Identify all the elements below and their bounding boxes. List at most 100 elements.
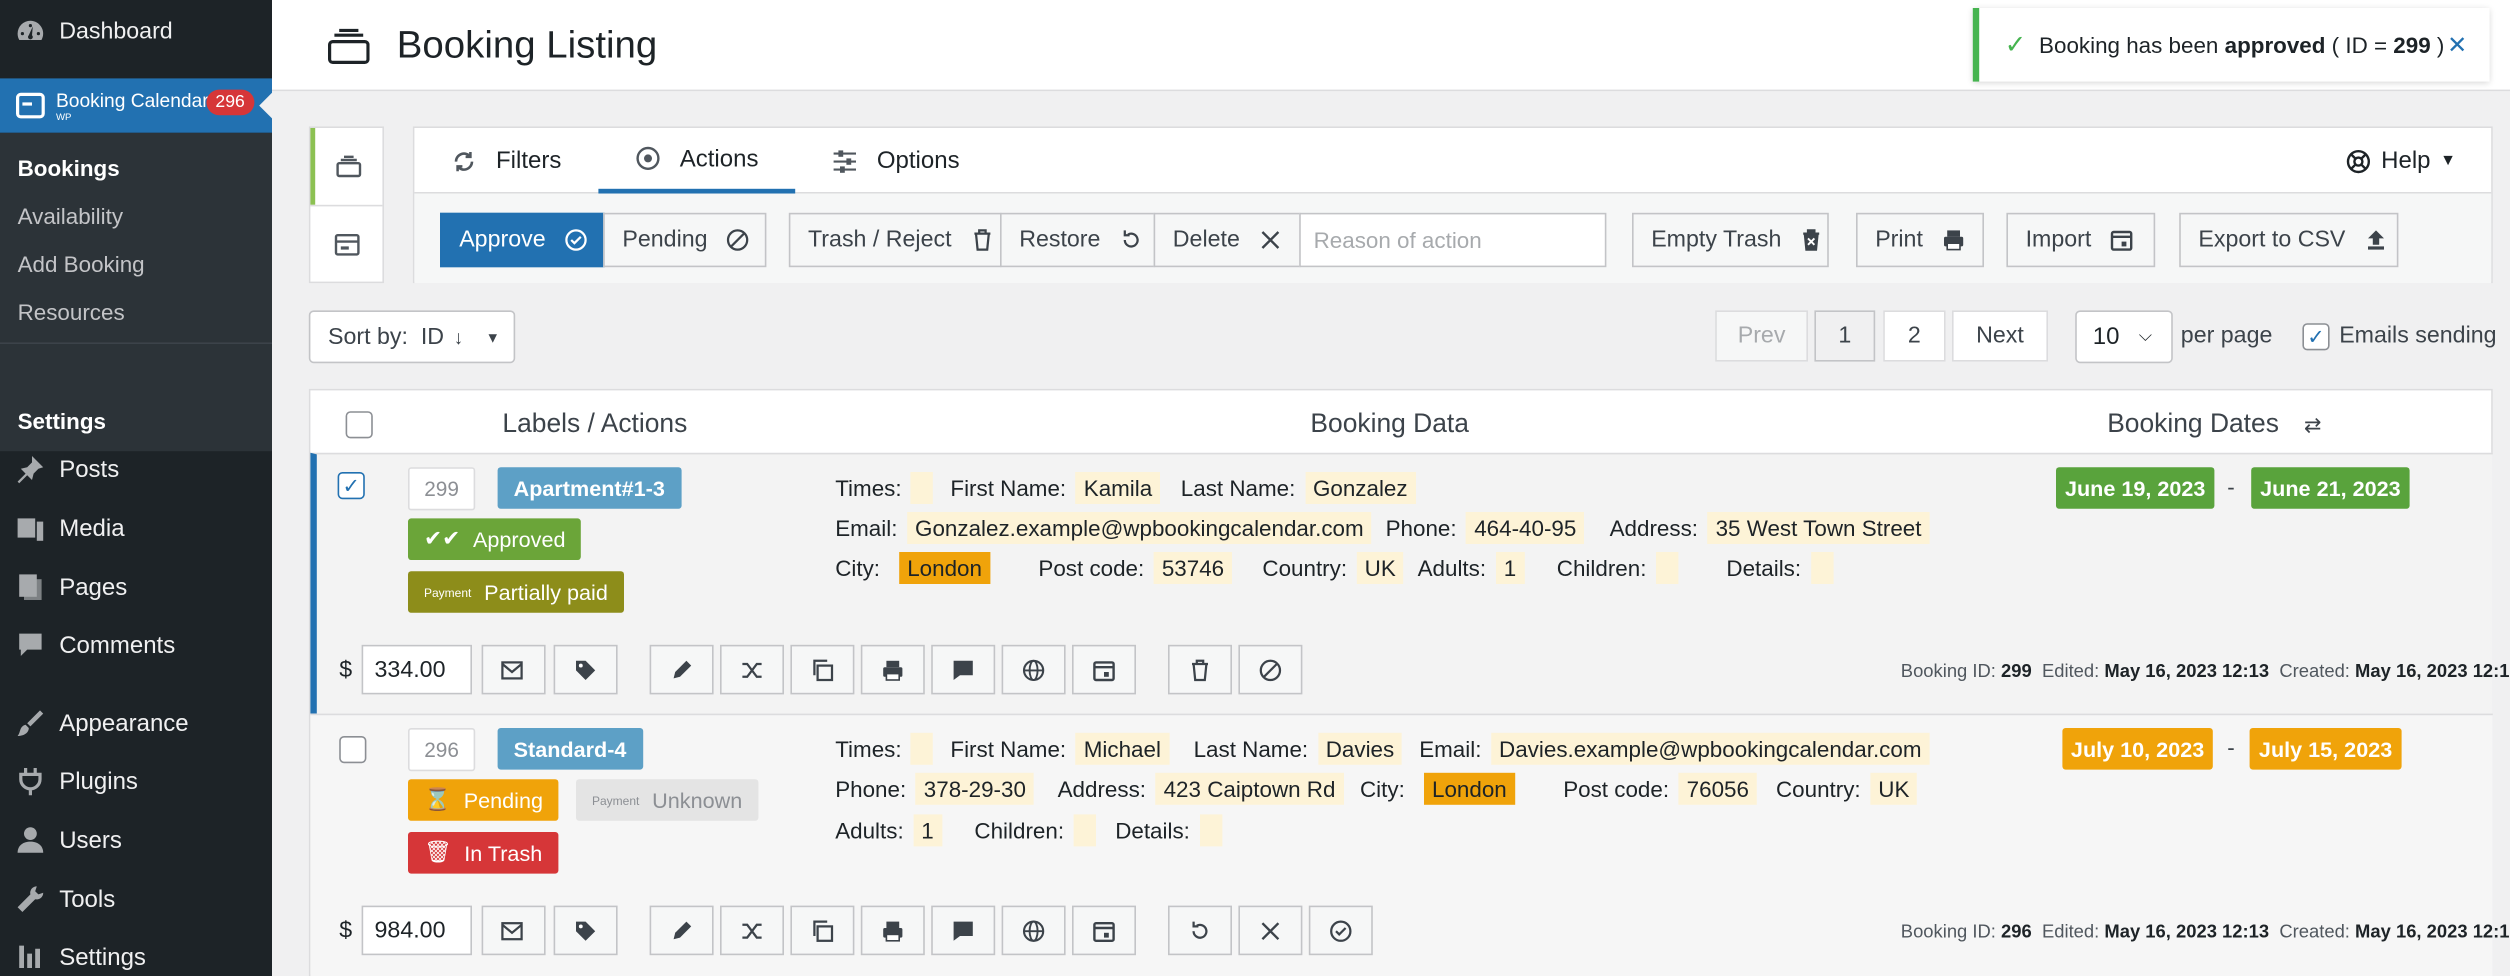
approve-button[interactable]: Approve — [440, 212, 605, 268]
payment-status: Unknown — [652, 788, 743, 812]
check-circle-icon — [1330, 919, 1352, 942]
col-dates-header[interactable]: Booking Dates — [2107, 410, 2279, 440]
locale-button[interactable] — [1001, 905, 1066, 956]
field-last-name: Last Name: Gonzalez — [1181, 472, 1416, 504]
date-to-badge: June 21, 2023 — [2251, 467, 2410, 509]
menu-comments[interactable]: Comments — [0, 616, 272, 674]
cost-field: $334.00 — [339, 644, 473, 695]
page-2-button[interactable]: 2 — [1883, 310, 1946, 362]
meta-create-key: Created: — [2279, 923, 2350, 943]
cost-input[interactable]: 334.00 — [361, 644, 473, 695]
trash-reject-button[interactable]: Trash / Reject — [788, 212, 1002, 268]
tab-options[interactable]: Options — [795, 128, 996, 194]
trash-icon — [971, 229, 993, 251]
page-title: Booking Listing — [396, 24, 658, 68]
swap-icon[interactable]: ⇄ — [2304, 413, 2321, 439]
meta-edit-key: Edited: — [2041, 923, 2100, 943]
tab-filters[interactable]: Filters — [414, 128, 598, 194]
menu-tools[interactable]: Tools — [0, 870, 272, 928]
menu-pages[interactable]: Pages — [0, 558, 272, 616]
empty-trash-button[interactable]: Empty Trash — [1632, 212, 1829, 268]
cost-input[interactable]: 984.00 — [361, 905, 473, 956]
fn-key: First Name: — [950, 475, 1067, 501]
trash-icon: 🗑 — [424, 840, 452, 864]
set-pending-button[interactable] — [1238, 644, 1303, 695]
page-1-button[interactable]: 1 — [1814, 310, 1876, 362]
menu-media-label: Media — [59, 514, 125, 542]
row-checkbox[interactable] — [339, 736, 367, 764]
payment-small: Payment — [424, 584, 472, 600]
close-icon[interactable]: ✕ — [2447, 30, 2467, 59]
menu-posts[interactable]: Posts — [0, 440, 272, 498]
meta-edit: May 16, 2023 12:13 — [2104, 662, 2270, 682]
emails-checkbox[interactable]: ✓ — [2302, 323, 2330, 351]
menu-media[interactable]: Media — [0, 499, 272, 557]
delete-button[interactable]: Delete — [1153, 212, 1301, 268]
duplicate-button[interactable] — [790, 644, 855, 695]
menu-plugins[interactable]: Plugins — [0, 752, 272, 810]
menu-booking-calendar[interactable]: Booking Calendar WP 296 — [0, 78, 272, 133]
menu-dashboard[interactable]: Dashboard — [0, 0, 272, 64]
booking-meta: Booking ID: 296 Edited: May 16, 2023 12:… — [1901, 923, 2510, 942]
country-value: UK — [1356, 552, 1404, 584]
export-csv-button[interactable]: Export to CSV — [2179, 212, 2399, 268]
children-key: Children: — [1556, 555, 1647, 581]
reason-input[interactable]: Reason of action — [1299, 212, 1607, 268]
trash-booking-button[interactable] — [1168, 644, 1232, 695]
resource-label[interactable]: Standard-4 — [497, 728, 643, 770]
status-badge: ✔✔ Approved — [408, 518, 582, 560]
menu-users[interactable]: Users — [0, 811, 272, 869]
print-button[interactable]: Print — [1856, 212, 1984, 268]
actions-row: Approve Pending Trash / Reject Restore D… — [414, 193, 2492, 284]
approve-booking-button[interactable] — [1308, 905, 1373, 956]
status-label: Approved — [473, 527, 566, 552]
adults-key: Adults: — [835, 817, 904, 844]
label-button[interactable] — [553, 644, 618, 695]
field-country: Country: UK — [1776, 772, 1918, 805]
label-button[interactable] — [553, 905, 618, 956]
resource-label[interactable]: Apartment#1-3 — [497, 467, 681, 509]
select-all-checkbox[interactable] — [345, 411, 373, 439]
change-resource-button[interactable] — [720, 905, 784, 956]
field-address: Address: 35 West Town Street — [1610, 512, 1930, 544]
submenu-resources[interactable]: Resources — [0, 288, 272, 336]
tab-actions[interactable]: Actions — [598, 128, 796, 194]
pending-button[interactable]: Pending — [603, 212, 767, 268]
change-resource-button[interactable] — [720, 644, 784, 695]
print-booking-button[interactable] — [860, 644, 925, 695]
locale-button[interactable] — [1001, 644, 1066, 695]
table-row: 296 Standard-4 ⌛ Pending Payment Unknown 🗑… — [310, 713, 2510, 976]
change-dates-button[interactable] — [1072, 905, 1136, 956]
prev-page-button[interactable]: Prev — [1715, 310, 1808, 362]
print-booking-button[interactable] — [860, 905, 925, 956]
meta-id: 299 — [2001, 662, 2032, 682]
send-email-button[interactable] — [481, 905, 546, 956]
submenu-availability[interactable]: Availability — [0, 192, 272, 240]
submenu-add-booking[interactable]: Add Booking — [0, 240, 272, 288]
row-checkbox[interactable]: ✓ — [337, 472, 365, 500]
duplicate-button[interactable] — [790, 905, 855, 956]
delete-booking-button[interactable] — [1238, 905, 1303, 956]
listing-view-tab[interactable] — [310, 128, 382, 205]
submenu-bookings[interactable]: Bookings — [0, 144, 272, 192]
import-button[interactable]: Import — [2006, 212, 2156, 268]
restore-booking-button[interactable] — [1168, 905, 1232, 956]
change-dates-button[interactable] — [1072, 644, 1136, 695]
calendar-view-tab[interactable] — [310, 204, 383, 282]
next-page-button[interactable]: Next — [1952, 310, 2048, 362]
edit-booking-button[interactable] — [649, 905, 714, 956]
media-icon — [14, 512, 46, 544]
edit-booking-button[interactable] — [649, 644, 714, 695]
per-page-select[interactable]: 10 ⌵ — [2075, 310, 2173, 364]
note-button[interactable] — [931, 644, 996, 695]
note-button[interactable] — [931, 905, 996, 956]
cost-field: $984.00 — [339, 905, 473, 956]
status-label: Pending — [463, 788, 543, 812]
submenu-settings[interactable]: Settings — [0, 397, 272, 445]
sort-select[interactable]: Sort by: ID ↓ ▼ — [308, 310, 516, 364]
menu-settings[interactable]: Settings — [0, 928, 272, 976]
send-email-button[interactable] — [481, 644, 546, 695]
menu-appearance[interactable]: Appearance — [0, 694, 272, 752]
restore-button[interactable]: Restore — [1000, 212, 1156, 268]
help-dropdown[interactable]: Help ▼ — [2346, 147, 2456, 174]
